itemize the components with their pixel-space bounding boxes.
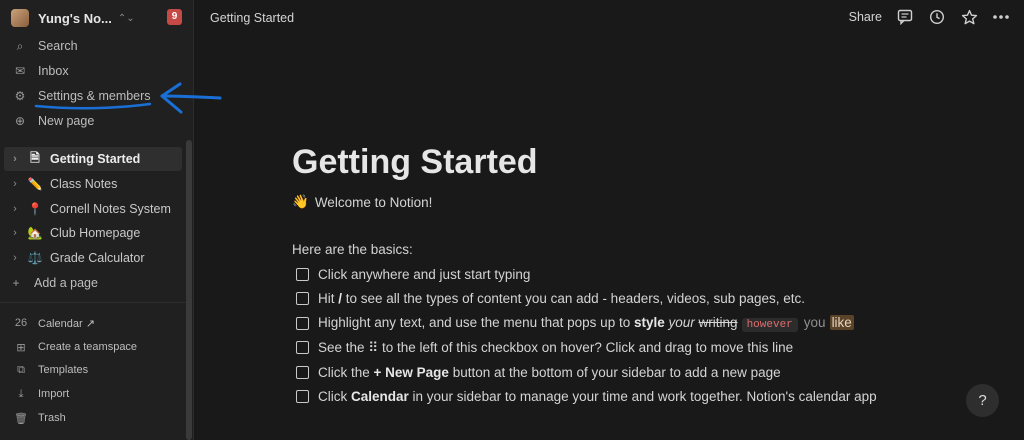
chevron-updown-icon: ⌃⌄ xyxy=(117,12,135,24)
plus-icon: + xyxy=(12,276,20,290)
sidebar-item-new-page[interactable]: ⊕ New page xyxy=(8,109,186,133)
workspace-switcher[interactable]: Yung's No... ⌃⌄ 9 xyxy=(8,6,186,30)
inline-code: however xyxy=(741,318,798,333)
sidebar-page-label: Class Notes xyxy=(50,177,118,191)
main-content: Getting Started Share Getting Started 👋 … xyxy=(194,0,1024,440)
todo-text: Click anywhere and just start typing xyxy=(318,266,531,282)
breadcrumb[interactable]: Getting Started xyxy=(210,11,294,25)
sidebar-item-search[interactable]: ⌕ Search xyxy=(8,34,186,58)
sidebar-item-label: New page xyxy=(38,114,95,128)
sidebar-divider xyxy=(0,302,186,303)
checkbox[interactable] xyxy=(296,341,309,355)
sidebar-item-import[interactable]: ⤓ Import xyxy=(8,383,186,405)
sidebar-item-label: Search xyxy=(38,39,78,53)
history-clock-icon[interactable] xyxy=(928,8,946,26)
topbar-actions: Share xyxy=(849,8,1010,26)
more-options-icon[interactable] xyxy=(992,8,1010,26)
todo-item[interactable]: Hit / to see all the types of content yo… xyxy=(292,287,1012,312)
todo-text: Hit / to see all the types of content yo… xyxy=(318,291,806,307)
sidebar-item-templates[interactable]: ⧉ Templates xyxy=(8,359,186,381)
sidebar-item-label: Templates xyxy=(38,364,89,376)
todo-item[interactable]: Highlight any text, and use the menu tha… xyxy=(292,311,1012,336)
sidebar-page-club-homepage[interactable]: › 🏡 Club Homepage xyxy=(4,221,182,245)
checkbox[interactable] xyxy=(296,267,309,281)
sidebar-item-label: Inbox xyxy=(38,64,69,78)
page-title[interactable]: Getting Started xyxy=(292,140,1012,184)
pin-icon: 📍 xyxy=(27,202,43,216)
chevron-right-icon[interactable]: › xyxy=(8,227,22,239)
notification-badge: 9 xyxy=(167,9,182,25)
comment-icon[interactable] xyxy=(896,8,914,26)
page-body[interactable]: Getting Started 👋 Welcome to Notion! Her… xyxy=(292,140,1012,409)
import-icon: ⤓ xyxy=(18,387,24,400)
chevron-right-icon[interactable]: › xyxy=(8,178,22,190)
topbar: Getting Started Share xyxy=(194,0,1024,36)
sidebar-page-grade-calculator[interactable]: › ⚖️ Grade Calculator xyxy=(4,246,182,270)
welcome-line[interactable]: 👋 Welcome to Notion! xyxy=(292,192,1012,212)
sidebar-page-cornell-notes[interactable]: › 📍 Cornell Notes System xyxy=(4,197,182,221)
share-button[interactable]: Share xyxy=(849,10,882,24)
welcome-text: Welcome to Notion! xyxy=(314,194,433,210)
highlighted-text: like xyxy=(829,315,854,331)
workspace-name: Yung's No... xyxy=(38,10,112,26)
sidebar-page-class-notes[interactable]: › ✏️ Class Notes xyxy=(4,172,182,196)
trash-icon: 🗑 xyxy=(14,412,28,425)
checkbox[interactable] xyxy=(296,390,309,404)
sidebar: Yung's No... ⌃⌄ 9 ⌕ Search ✉ Inbox ⚙ Set… xyxy=(0,0,194,440)
todo-text: Highlight any text, and use the menu tha… xyxy=(318,315,854,333)
gear-icon: ⚙ xyxy=(14,89,26,103)
chevron-right-icon[interactable]: › xyxy=(8,203,22,215)
sidebar-item-label: Settings & members xyxy=(38,89,151,103)
sidebar-page-label: Getting Started xyxy=(50,152,141,166)
scales-icon: ⚖️ xyxy=(27,251,43,265)
workspace-avatar xyxy=(11,9,29,27)
sidebar-item-calendar[interactable]: 26 Calendar ↗ xyxy=(8,312,186,334)
help-button[interactable]: ? xyxy=(966,384,999,417)
sidebar-item-inbox[interactable]: ✉ Inbox xyxy=(8,59,186,83)
todo-item[interactable]: Click Calendar in your sidebar to manage… xyxy=(292,385,1012,410)
search-icon: ⌕ xyxy=(16,38,24,53)
todo-text: Click the + New Page button at the botto… xyxy=(318,364,781,380)
todo-item[interactable]: Click the + New Page button at the botto… xyxy=(292,360,1012,385)
checkbox[interactable] xyxy=(296,316,309,330)
sidebar-scrollbar[interactable] xyxy=(186,140,192,440)
sidebar-item-trash[interactable]: 🗑 Trash xyxy=(8,407,186,429)
sidebar-item-label: Calendar ↗ xyxy=(38,317,95,330)
drag-handle-icon: ⠿ xyxy=(368,339,379,355)
sidebar-page-label: Grade Calculator xyxy=(50,251,145,265)
add-page-label: Add a page xyxy=(34,276,98,290)
checkbox[interactable] xyxy=(296,365,309,379)
wave-icon: 👋 xyxy=(292,194,309,209)
sidebar-item-label: Import xyxy=(38,388,70,400)
sidebar-item-label: Trash xyxy=(38,412,66,424)
sidebar-item-settings[interactable]: ⚙ Settings & members xyxy=(8,84,186,108)
sidebar-page-getting-started[interactable]: › 🗎 Getting Started xyxy=(4,147,182,171)
add-page-button[interactable]: + Add a page xyxy=(4,271,182,295)
sidebar-page-label: Cornell Notes System xyxy=(50,202,171,216)
templates-icon: ⧉ xyxy=(17,363,25,376)
todo-item[interactable]: Click anywhere and just start typing xyxy=(292,262,1012,287)
chevron-right-icon[interactable]: › xyxy=(8,153,22,165)
house-icon: 🏡 xyxy=(27,226,43,240)
star-icon[interactable] xyxy=(960,8,978,26)
todo-item[interactable]: See the ⠿ to the left of this checkbox o… xyxy=(292,336,1012,361)
page-icon: 🗎 xyxy=(30,150,40,165)
teamspace-icon: ⊞ xyxy=(16,341,26,354)
sidebar-item-label: Create a teamspace xyxy=(38,341,138,353)
todo-text: See the ⠿ to the left of this checkbox o… xyxy=(318,339,794,355)
plus-circle-icon: ⊕ xyxy=(14,114,26,128)
calendar-icon: 26 xyxy=(14,317,28,329)
inbox-icon: ✉ xyxy=(14,64,26,78)
sidebar-page-label: Club Homepage xyxy=(50,226,141,240)
chevron-right-icon[interactable]: › xyxy=(8,252,22,264)
sidebar-item-create-teamspace[interactable]: ⊞ Create a teamspace xyxy=(8,336,186,358)
basics-heading[interactable]: Here are the basics: xyxy=(292,242,1012,262)
checkbox[interactable] xyxy=(296,292,309,306)
todo-text: Click Calendar in your sidebar to manage… xyxy=(318,389,877,405)
pencil-icon: ✏️ xyxy=(27,177,43,191)
